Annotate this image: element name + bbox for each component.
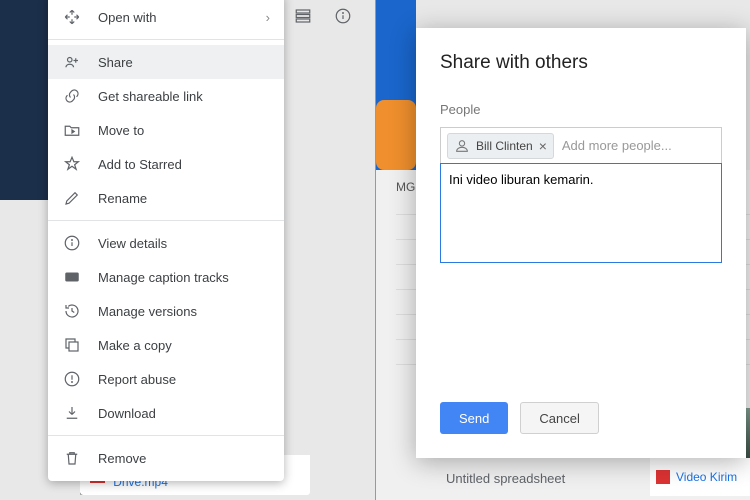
- move-icon: [62, 120, 82, 140]
- menu-add-starred[interactable]: Add to Starred: [48, 147, 284, 181]
- cancel-button[interactable]: Cancel: [520, 402, 598, 434]
- cc-icon: CC: [62, 267, 82, 287]
- menu-label: Make a copy: [98, 338, 270, 353]
- add-people-placeholder: Add more people...: [562, 138, 672, 153]
- open-with-icon: [62, 7, 82, 27]
- copy-icon: [62, 335, 82, 355]
- menu-label: Add to Starred: [98, 157, 270, 172]
- chip-name: Bill Clinten: [476, 139, 533, 153]
- menu-view-details[interactable]: View details: [48, 226, 284, 260]
- menu-download[interactable]: Download: [48, 396, 284, 430]
- menu-separator: [48, 435, 284, 436]
- menu-rename[interactable]: Rename: [48, 181, 284, 215]
- trash-icon: [62, 448, 82, 468]
- people-input[interactable]: Bill Clinten × Add more people...: [440, 127, 722, 163]
- message-input[interactable]: [440, 163, 722, 263]
- file-name-right: Video Kirim: [676, 470, 737, 484]
- share-dialog: Share with others People Bill Clinten × …: [416, 28, 746, 458]
- menu-remove[interactable]: Remove: [48, 441, 284, 475]
- menu-label: Share: [98, 55, 270, 70]
- people-label: People: [440, 102, 722, 117]
- menu-share[interactable]: Share: [48, 45, 284, 79]
- svg-text:CC: CC: [68, 275, 76, 281]
- link-icon: [62, 86, 82, 106]
- download-icon: [62, 403, 82, 423]
- info-icon[interactable]: [333, 6, 353, 26]
- report-icon: [62, 369, 82, 389]
- menu-separator: [48, 220, 284, 221]
- menu-make-copy[interactable]: Make a copy: [48, 328, 284, 362]
- menu-manage-versions[interactable]: Manage versions: [48, 294, 284, 328]
- menu-label: View details: [98, 236, 270, 251]
- person-chip[interactable]: Bill Clinten ×: [447, 133, 554, 159]
- menu-label: Manage versions: [98, 304, 270, 319]
- menu-label: Move to: [98, 123, 270, 138]
- person-icon: [454, 138, 470, 154]
- dialog-title: Share with others: [440, 52, 722, 74]
- menu-label: Remove: [98, 451, 270, 466]
- context-menu: Open with › Share Get shareable link Mov…: [48, 0, 284, 481]
- list-view-icon[interactable]: [293, 6, 313, 26]
- rename-icon: [62, 188, 82, 208]
- menu-get-link[interactable]: Get shareable link: [48, 79, 284, 113]
- menu-caption-tracks[interactable]: CC Manage caption tracks: [48, 260, 284, 294]
- chip-remove-icon[interactable]: ×: [539, 138, 547, 154]
- toolbar-icons: [293, 6, 353, 26]
- left-panel: Video Kirim Lewat Google Drive.mp4 Open …: [0, 0, 375, 500]
- menu-separator: [48, 39, 284, 40]
- star-icon: [62, 154, 82, 174]
- info-icon: [62, 233, 82, 253]
- menu-report-abuse[interactable]: Report abuse: [48, 362, 284, 396]
- menu-label: Open with: [98, 10, 266, 25]
- share-icon: [62, 52, 82, 72]
- dialog-buttons: Send Cancel: [440, 402, 599, 434]
- spreadsheet-label: Untitled spreadsheet: [446, 471, 565, 486]
- history-icon: [62, 301, 82, 321]
- right-panel: MG- Video Kirim Untitled spreadsheet Sha…: [375, 0, 750, 500]
- menu-move-to[interactable]: Move to: [48, 113, 284, 147]
- menu-label: Get shareable link: [98, 89, 270, 104]
- file-card-right[interactable]: Video Kirim: [650, 458, 750, 496]
- menu-label: Manage caption tracks: [98, 270, 270, 285]
- video-file-icon: [656, 470, 670, 484]
- menu-label: Rename: [98, 191, 270, 206]
- menu-open-with[interactable]: Open with ›: [48, 0, 284, 34]
- bg-orange-tile: [376, 100, 416, 170]
- chevron-right-icon: ›: [266, 10, 270, 25]
- send-button[interactable]: Send: [440, 402, 508, 434]
- menu-label: Download: [98, 406, 270, 421]
- menu-label: Report abuse: [98, 372, 270, 387]
